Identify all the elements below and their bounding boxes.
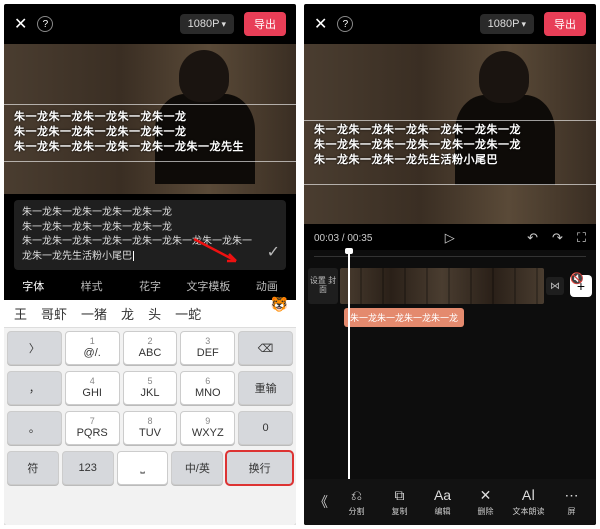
- key-expand[interactable]: 〉: [7, 331, 62, 365]
- tool-delete[interactable]: ✕删除: [465, 487, 506, 517]
- suggestion[interactable]: 王: [10, 304, 31, 323]
- ime-keyboard: 王 哥虾 一猪 龙 头 一蛇 🐯 〉 1@/. 2ABC 3DEF ⌫ ， 4G…: [4, 300, 296, 525]
- chevron-down-icon: ▾: [521, 19, 526, 30]
- undo-button[interactable]: ↶: [527, 230, 538, 246]
- toolbar-back-button[interactable]: 《: [308, 492, 334, 512]
- tool-copy[interactable]: ⧉复制: [379, 487, 420, 517]
- time-ruler: [314, 256, 586, 264]
- timeline[interactable]: 设置 封面 ⋈ + 🔇 朱一龙朱一龙朱一龙朱一龙: [304, 250, 596, 479]
- key-5[interactable]: 5JKL: [123, 371, 178, 405]
- confirm-check-icon[interactable]: ✓: [267, 241, 280, 264]
- video-track[interactable]: 设置 封面 ⋈ + 🔇: [308, 268, 592, 304]
- caption-overlay: 朱一龙朱一龙朱一龙朱一龙朱一龙朱一龙 朱一龙朱一龙朱一龙朱一龙朱一龙朱一龙 朱一…: [304, 123, 596, 168]
- key-number-mode[interactable]: 123: [62, 451, 114, 485]
- key-1[interactable]: 1@/.: [65, 331, 120, 365]
- key-comma[interactable]: ，: [7, 371, 62, 405]
- top-bar: ✕ ? 1080P▾ 导出: [304, 4, 596, 44]
- text-cursor: [133, 251, 134, 261]
- key-space[interactable]: ⎵: [117, 451, 169, 485]
- export-button[interactable]: 导出: [544, 12, 586, 36]
- key-reinput[interactable]: 重输: [238, 371, 293, 405]
- chevron-down-icon: ▾: [221, 19, 226, 30]
- fullscreen-button[interactable]: ⛶: [577, 230, 586, 246]
- key-lang-toggle[interactable]: 中/英: [171, 451, 223, 485]
- time-display: 00:03 / 00:35: [314, 233, 372, 244]
- key-2[interactable]: 2ABC: [123, 331, 178, 365]
- suggestion[interactable]: 龙: [117, 304, 138, 323]
- key-zero[interactable]: 0: [238, 411, 293, 445]
- right-panel: ✕ ? 1080P▾ 导出 朱一龙朱一龙朱一龙朱一龙朱一龙朱一龙 朱一龙朱一龙朱…: [304, 4, 596, 525]
- mute-icon[interactable]: 🔇: [570, 272, 584, 285]
- key-newline[interactable]: 换行: [226, 451, 293, 485]
- tab-style[interactable]: 样式: [62, 278, 120, 294]
- caption-overlay: 朱一龙朱一龙朱一龙朱一龙朱一龙 朱一龙朱一龙朱一龙朱一龙朱一龙 朱一龙朱一龙朱一…: [4, 110, 296, 155]
- tool-edit[interactable]: Aa编辑: [422, 487, 463, 517]
- left-panel: ✕ ? 1080P▾ 导出 朱一龙朱一龙朱一龙朱一龙朱一龙 朱一龙朱一龙朱一龙朱…: [4, 4, 296, 525]
- key-7[interactable]: 7PQRS: [65, 411, 120, 445]
- annotation-arrow: [192, 237, 242, 267]
- playback-bar: 00:03 / 00:35 ▷ ↶ ↷ ⛶: [304, 224, 596, 250]
- resolution-selector[interactable]: 1080P▾: [480, 14, 534, 34]
- tool-tts[interactable]: Aا文本朗读: [508, 487, 549, 517]
- video-preview[interactable]: 朱一龙朱一龙朱一龙朱一龙朱一龙 朱一龙朱一龙朱一龙朱一龙朱一龙 朱一龙朱一龙朱一…: [4, 44, 296, 194]
- bottom-toolbar: 《 ⎌分割 ⧉复制 Aa编辑 ✕删除 Aا文本朗读 ⋯屏: [304, 479, 596, 525]
- set-cover-button[interactable]: 设置 封面: [308, 268, 338, 304]
- suggestion[interactable]: 一蛇: [171, 304, 205, 323]
- suggestion[interactable]: 头: [144, 304, 165, 323]
- playhead[interactable]: [348, 250, 350, 479]
- key-period[interactable]: 。: [7, 411, 62, 445]
- resolution-selector[interactable]: 1080P▾: [180, 14, 234, 34]
- ime-mascot-icon: 🐯: [271, 296, 288, 313]
- close-icon[interactable]: ✕: [14, 14, 27, 34]
- tool-more[interactable]: ⋯屏: [551, 487, 592, 517]
- suggestion-bar: 王 哥虾 一猪 龙 头 一蛇 🐯: [4, 300, 296, 328]
- top-bar: ✕ ? 1080P▾ 导出: [4, 4, 296, 44]
- text-clip[interactable]: 朱一龙朱一龙朱一龙朱一龙: [344, 308, 464, 327]
- help-icon[interactable]: ?: [37, 16, 53, 32]
- key-4[interactable]: 4GHI: [65, 371, 120, 405]
- video-clip[interactable]: [340, 268, 544, 304]
- tab-fancy[interactable]: 花字: [121, 278, 179, 294]
- tab-template[interactable]: 文字模板: [179, 278, 237, 294]
- help-icon[interactable]: ?: [337, 16, 353, 32]
- tool-split[interactable]: ⎌分割: [336, 487, 377, 517]
- suggestion[interactable]: 一猪: [77, 304, 111, 323]
- text-input-area[interactable]: 朱一龙朱一龙朱一龙朱一龙朱一龙 朱一龙朱一龙朱一龙朱一龙朱一龙 朱一龙朱一龙朱一…: [14, 200, 286, 270]
- key-6[interactable]: 6MNO: [180, 371, 235, 405]
- redo-button[interactable]: ↷: [552, 230, 563, 246]
- key-backspace[interactable]: ⌫: [238, 331, 293, 365]
- close-icon[interactable]: ✕: [314, 14, 327, 34]
- suggestion[interactable]: 哥虾: [37, 304, 71, 323]
- video-preview[interactable]: 朱一龙朱一龙朱一龙朱一龙朱一龙朱一龙 朱一龙朱一龙朱一龙朱一龙朱一龙朱一龙 朱一…: [304, 44, 596, 224]
- export-button[interactable]: 导出: [244, 12, 286, 36]
- tab-animation[interactable]: 动画: [238, 278, 296, 294]
- key-9[interactable]: 9WXYZ: [180, 411, 235, 445]
- play-button[interactable]: ▷: [445, 230, 455, 246]
- text-track[interactable]: 朱一龙朱一龙朱一龙朱一龙: [344, 308, 584, 327]
- key-symbols[interactable]: 符: [7, 451, 59, 485]
- tab-font[interactable]: 字体: [4, 278, 62, 294]
- key-3[interactable]: 3DEF: [180, 331, 235, 365]
- transition-icon[interactable]: ⋈: [546, 277, 564, 295]
- text-style-tabs: 字体 样式 花字 文字模板 动画: [4, 270, 296, 300]
- key-8[interactable]: 8TUV: [123, 411, 178, 445]
